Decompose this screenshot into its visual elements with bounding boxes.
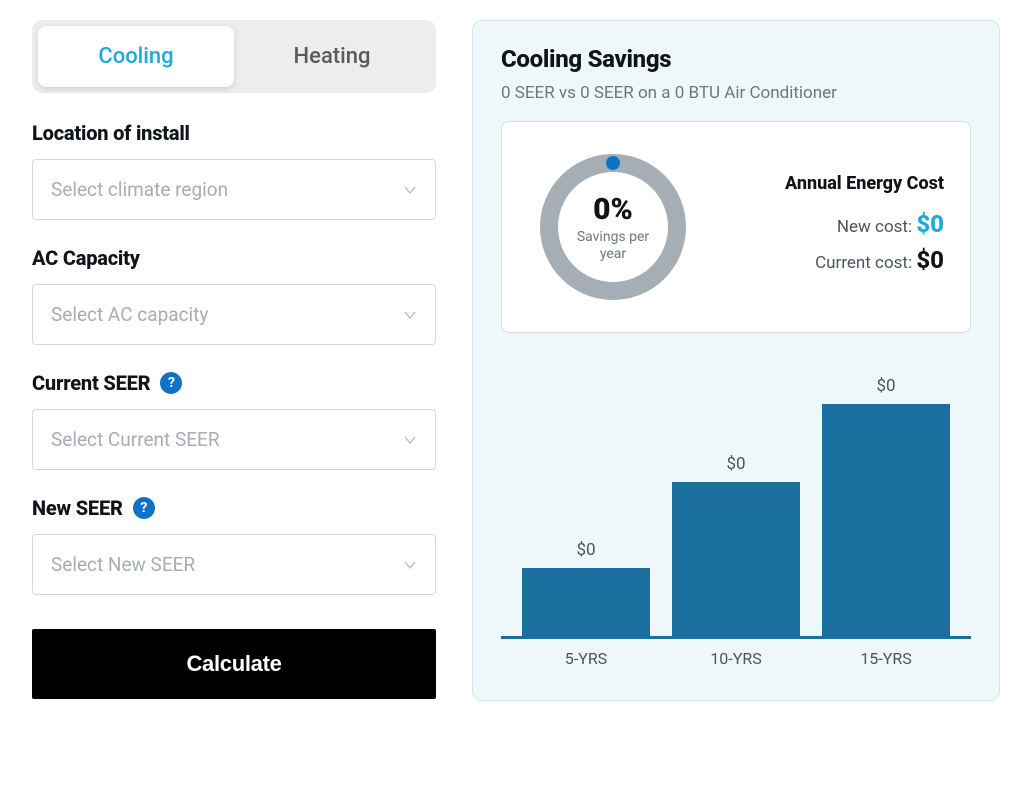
location-placeholder: Select climate region [51, 178, 228, 201]
results-subtitle: 0 SEER vs 0 SEER on a 0 BTU Air Conditio… [501, 83, 971, 103]
chevron-down-icon [403, 183, 417, 197]
current-seer-label: Current SEER ? [32, 371, 436, 395]
bar-2 [822, 404, 950, 636]
mode-tabs: Cooling Heating [32, 20, 436, 93]
chevron-down-icon [403, 308, 417, 322]
capacity-group: AC Capacity Select AC capacity [32, 246, 436, 345]
info-icon[interactable]: ? [133, 497, 155, 519]
location-label: Location of install [32, 121, 436, 145]
capacity-label-text: AC Capacity [32, 246, 140, 270]
cost-block: Annual Energy Cost New cost: $0 Current … [726, 173, 944, 282]
new-seer-label: New SEER ? [32, 496, 436, 520]
tab-heating[interactable]: Heating [234, 26, 430, 87]
dial-sub-line2: year [600, 246, 626, 262]
current-seer-placeholder: Select Current SEER [51, 428, 220, 451]
current-cost-value: $0 [916, 246, 944, 274]
location-select[interactable]: Select climate region [32, 159, 436, 220]
chevron-down-icon [403, 433, 417, 447]
bar-1 [672, 482, 800, 636]
dial-percent: 0% [593, 192, 633, 227]
tab-cooling[interactable]: Cooling [38, 26, 234, 87]
xlabel-1: 10-YRS [661, 649, 811, 668]
results-panel: Cooling Savings 0 SEER vs 0 SEER on a 0 … [472, 20, 1000, 701]
savings-bar-chart: $0 $0 $0 5-YRS 10-YRS 15-YRS [501, 379, 971, 668]
bar-col-2: $0 [811, 376, 961, 636]
bar-0 [522, 568, 650, 636]
dial-sub-line1: Savings per [577, 229, 649, 245]
current-seer-group: Current SEER ? Select Current SEER [32, 371, 436, 470]
bar-col-1: $0 [661, 454, 811, 636]
current-seer-select[interactable]: Select Current SEER [32, 409, 436, 470]
bar-value-0: $0 [576, 540, 595, 560]
current-seer-label-text: Current SEER [32, 371, 150, 395]
new-seer-group: New SEER ? Select New SEER [32, 496, 436, 595]
new-cost-value: $0 [916, 210, 944, 238]
new-cost-row: New cost: $0 [726, 210, 944, 238]
location-label-text: Location of install [32, 121, 190, 145]
info-icon[interactable]: ? [160, 372, 182, 394]
capacity-placeholder: Select AC capacity [51, 303, 208, 326]
new-cost-label: New cost: [837, 217, 912, 237]
new-seer-label-text: New SEER [32, 496, 123, 520]
location-group: Location of install Select climate regio… [32, 121, 436, 220]
dial-sub: Savings per year [577, 229, 649, 263]
chart-xlabels: 5-YRS 10-YRS 15-YRS [501, 639, 971, 668]
bar-value-1: $0 [726, 454, 745, 474]
new-seer-select[interactable]: Select New SEER [32, 534, 436, 595]
savings-dial: 0% Savings per year [528, 142, 698, 312]
current-cost-row: Current cost: $0 [726, 246, 944, 274]
chart-bars: $0 $0 $0 [501, 379, 971, 639]
bar-value-2: $0 [876, 376, 895, 396]
capacity-label: AC Capacity [32, 246, 436, 270]
xlabel-2: 15-YRS [811, 649, 961, 668]
cost-title: Annual Energy Cost [726, 173, 944, 194]
capacity-select[interactable]: Select AC capacity [32, 284, 436, 345]
form-column: Cooling Heating Location of install Sele… [32, 20, 436, 699]
current-cost-label: Current cost: [815, 253, 912, 273]
results-title: Cooling Savings [501, 45, 971, 73]
calculate-button[interactable]: Calculate [32, 629, 436, 699]
summary-card: 0% Savings per year Annual Energy Cost N… [501, 121, 971, 333]
bar-col-0: $0 [511, 540, 661, 636]
new-seer-placeholder: Select New SEER [51, 553, 195, 576]
chevron-down-icon [403, 558, 417, 572]
xlabel-0: 5-YRS [511, 649, 661, 668]
